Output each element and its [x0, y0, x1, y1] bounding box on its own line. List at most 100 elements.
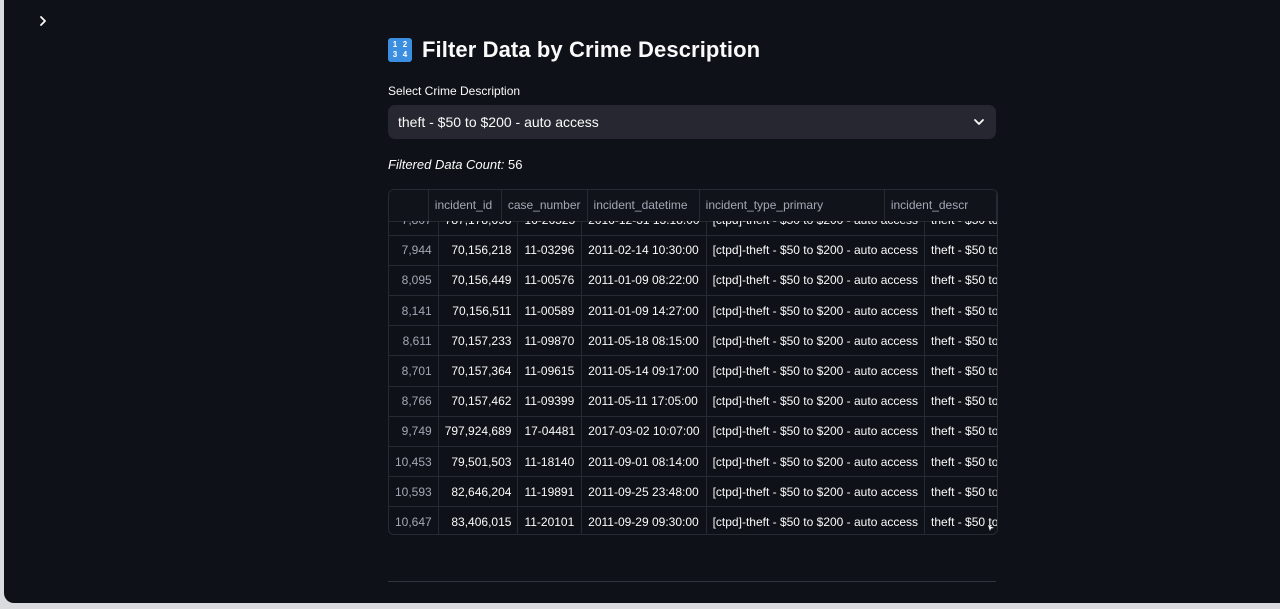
table-row[interactable]: 10,453 79,501,503 11-18140 2011-09-01 08:14… — [389, 446, 997, 478]
column-header-incident-datetime[interactable]: incident_datetime — [587, 190, 700, 222]
row-index[interactable]: 8,611 — [389, 325, 439, 357]
incident-id-cell[interactable]: 70,157,364 — [438, 355, 519, 387]
incident-type-cell[interactable]: [ctpd]-theft - $50 to $200 - auto access — [706, 295, 926, 327]
incident-datetime-cell[interactable]: 2011-01-09 08:22:00 — [581, 265, 707, 297]
column-header-index[interactable] — [389, 190, 429, 222]
table-row[interactable]: 10,593 82,646,204 11-19891 2011-09-25 23:48… — [389, 476, 997, 508]
incident-id-cell[interactable]: 83,406,015 — [438, 506, 519, 534]
incident-type-cell[interactable]: [ctpd]-theft - $50 to $200 - auto access — [706, 476, 926, 508]
incident-type-cell[interactable]: [ctpd]-theft - $50 to $200 - auto access — [706, 265, 926, 297]
table-row[interactable]: 9,749 797,924,689 17-04481 2017-03-02 10:07… — [389, 416, 997, 448]
incident-id-cell[interactable]: 70,156,218 — [438, 235, 519, 266]
chevron-right-icon — [40, 16, 46, 26]
emoji-digit: 3 — [392, 50, 398, 59]
crime-description-select[interactable]: theft - $50 to $200 - auto access — [388, 105, 996, 139]
incident-id-cell[interactable]: 70,156,449 — [438, 265, 519, 297]
incident-datetime-cell[interactable]: 2017-03-02 10:07:00 — [581, 416, 707, 448]
row-index[interactable]: 9,749 — [389, 416, 439, 448]
incident-type-cell[interactable]: [ctpd]-theft - $50 to $200 - auto access — [706, 355, 926, 387]
incident-type-cell[interactable]: [ctpd]-theft - $50 to $200 - auto access — [706, 325, 926, 357]
row-index[interactable]: 10,647 — [389, 506, 439, 534]
row-index[interactable]: 10,453 — [389, 446, 439, 478]
incident-description-cell[interactable]: theft - $50 to $2 — [924, 295, 997, 327]
incident-type-cell[interactable]: [ctpd]-theft - $50 to $200 - auto access — [706, 386, 926, 417]
incident-datetime-cell[interactable]: 2016-12-31 13:18:00 — [581, 221, 707, 236]
incident-description-cell[interactable]: theft - $50 to $2 — [924, 386, 997, 417]
incident-id-cell[interactable]: 70,157,233 — [438, 325, 519, 357]
incident-description-cell[interactable]: theft - $50 to $2 — [924, 446, 997, 478]
case-number-cell[interactable]: 11-03296 — [517, 235, 583, 266]
incident-id-cell[interactable]: 787,178,698 — [438, 221, 519, 236]
table-row[interactable]: 8,611 70,157,233 11-09870 2011-05-18 08:15:… — [389, 325, 997, 357]
incident-type-cell[interactable]: [ctpd]-theft - $50 to $200 - auto access — [706, 446, 926, 478]
incident-datetime-cell[interactable]: 2011-05-14 09:17:00 — [581, 355, 707, 387]
row-index[interactable]: 7,944 — [389, 235, 439, 266]
case-number-cell[interactable]: 11-00576 — [517, 265, 583, 297]
input-numbers-icon: 1 2 3 4 — [388, 38, 412, 62]
row-index[interactable]: 10,593 — [389, 476, 439, 508]
case-number-cell[interactable]: 11-09399 — [517, 386, 583, 417]
filtered-count-value: 56 — [507, 157, 523, 172]
table-rows: 7,807787,178,69816-265252016-12-31 13:18… — [389, 221, 997, 534]
case-number-cell[interactable]: 11-19891 — [517, 476, 583, 508]
incident-id-cell[interactable]: 82,646,204 — [438, 476, 519, 508]
table-body[interactable]: 7,807787,178,69816-265252016-12-31 13:18… — [389, 221, 997, 534]
incident-id-cell[interactable]: 70,156,511 — [438, 295, 519, 327]
incident-description-cell[interactable]: theft - $50 to $2 — [924, 476, 997, 508]
row-index[interactable]: 8,095 — [389, 265, 439, 297]
incident-description-cell[interactable]: theft - $50 to $2 — [924, 325, 997, 357]
column-header-incident-type-primary[interactable]: incident_type_primary — [699, 190, 885, 222]
app-window: 1 2 3 4 Filter Data by Crime Description… — [4, 0, 1280, 603]
case-number-cell[interactable]: 17-04481 — [517, 416, 583, 448]
table-row[interactable]: 7,944 70,156,218 11-03296 2011-02-14 10:30:… — [389, 235, 997, 266]
incident-datetime-cell[interactable]: 2011-05-18 08:15:00 — [581, 325, 707, 357]
incident-description-cell[interactable]: theft - $50 to $2 — [924, 416, 997, 448]
incident-id-cell[interactable]: 70,157,462 — [438, 386, 519, 417]
incident-datetime-cell[interactable]: 2011-01-09 14:27:00 — [581, 295, 707, 327]
table-row[interactable]: 10,647 83,406,015 11-20101 2011-09-29 09:30… — [389, 506, 997, 534]
page-title: Filter Data by Crime Description — [422, 37, 761, 62]
table-row[interactable]: 8,701 70,157,364 11-09615 2011-05-14 09:17:… — [389, 355, 997, 387]
incident-datetime-cell[interactable]: 2011-02-14 10:30:00 — [581, 235, 707, 266]
table-row[interactable]: 7,807787,178,69816-265252016-12-31 13:18… — [389, 221, 997, 236]
sidebar-toggle-button[interactable] — [32, 10, 54, 32]
incident-type-cell[interactable]: [ctpd]-theft - $50 to $200 - auto access — [706, 506, 926, 534]
incident-description-cell[interactable]: theft - $50 to $2 — [924, 235, 997, 266]
case-number-cell[interactable]: 11-09615 — [517, 355, 583, 387]
select-label: Select Crime Description — [388, 84, 521, 98]
incident-description-cell[interactable]: theft - $50 to $2 — [924, 355, 997, 387]
column-header-incident-description[interactable]: incident_descr — [884, 190, 997, 222]
row-index[interactable]: 8,766 — [389, 386, 439, 417]
incident-datetime-cell[interactable]: 2011-05-11 17:05:00 — [581, 386, 707, 417]
incident-type-cell[interactable]: [ctpd]-theft - $50 to $200 - auto access — [706, 221, 926, 236]
table-row[interactable]: 8,766 70,157,462 11-09399 2011-05-11 17:05:… — [389, 386, 997, 417]
emoji-digit: 4 — [402, 50, 408, 59]
table-row[interactable]: 8,141 70,156,511 11-00589 2011-01-09 14:27:… — [389, 295, 997, 327]
incident-description-cell[interactable]: theft - $50 to $2 — [924, 221, 997, 236]
incident-datetime-cell[interactable]: 2011-09-29 09:30:00 — [581, 506, 707, 534]
case-number-cell[interactable]: 16-26525 — [517, 221, 583, 236]
column-header-incident-id[interactable]: incident_id — [428, 190, 502, 222]
row-index[interactable]: 8,141 — [389, 295, 439, 327]
case-number-cell[interactable]: 11-09870 — [517, 325, 583, 357]
incident-type-cell[interactable]: [ctpd]-theft - $50 to $200 - auto access — [706, 416, 926, 448]
column-header-case-number[interactable]: case_number — [501, 190, 588, 222]
table-row[interactable]: 8,095 70,156,449 11-00576 2011-01-09 08:22:… — [389, 265, 997, 297]
chevron-down-icon[interactable] — [972, 115, 986, 129]
incident-datetime-cell[interactable]: 2011-09-01 08:14:00 — [581, 446, 707, 478]
emoji-digit: 2 — [402, 40, 408, 49]
case-number-cell[interactable]: 11-18140 — [517, 446, 583, 478]
filtered-count: Filtered Data Count: 56 — [388, 157, 522, 172]
incident-description-cell[interactable]: theft - $50 to $2 — [924, 265, 997, 297]
case-number-cell[interactable]: 11-20101 — [517, 506, 583, 534]
incident-id-cell[interactable]: 79,501,503 — [438, 446, 519, 478]
incident-datetime-cell[interactable]: 2011-09-25 23:48:00 — [581, 476, 707, 508]
case-number-cell[interactable]: 11-00589 — [517, 295, 583, 327]
incident-id-cell[interactable]: 797,924,689 — [438, 416, 519, 448]
row-index[interactable]: 7,807 — [389, 221, 439, 236]
data-table[interactable]: incident_id case_number incident_datetim… — [388, 189, 998, 535]
filtered-count-label: Filtered Data Count: — [388, 157, 505, 172]
row-index[interactable]: 8,701 — [389, 355, 439, 387]
cursor-icon — [988, 525, 994, 531]
incident-type-cell[interactable]: [ctpd]-theft - $50 to $200 - auto access — [706, 235, 926, 266]
